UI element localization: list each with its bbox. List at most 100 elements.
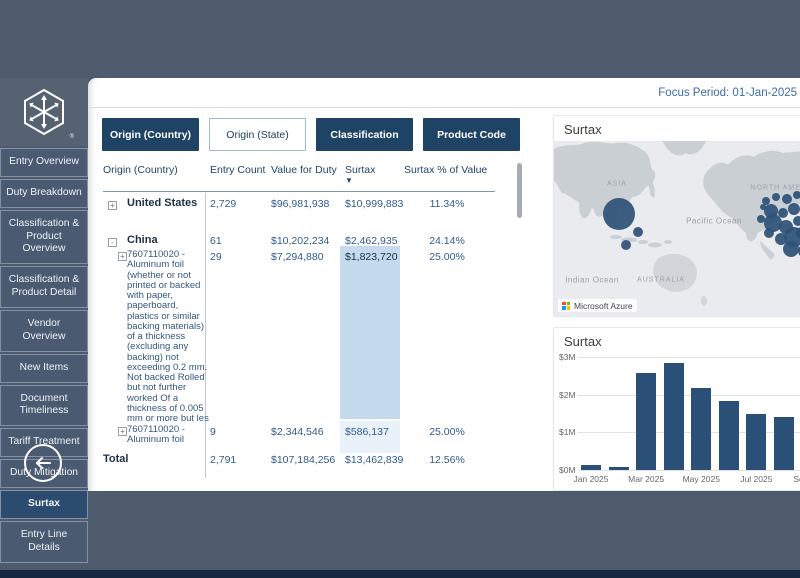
bar-may-2025[interactable]: [691, 388, 711, 470]
p2-value-for-duty[interactable]: $2,344,546: [271, 426, 324, 438]
bar-aug-2025[interactable]: [774, 417, 794, 470]
p2-entry-count[interactable]: 9: [210, 426, 216, 438]
total-surtax-pct: 12.56%: [404, 454, 490, 466]
table-scrollbar[interactable]: [517, 163, 522, 218]
map-card-title: Surtax: [564, 122, 602, 137]
col-header-entry-count[interactable]: Entry Count: [210, 164, 265, 176]
map-label-indian-ocean: Indian Ocean: [565, 276, 619, 285]
map-label-australia: AUSTRALIA: [637, 277, 685, 284]
sidebar-item-surtax[interactable]: Surtax: [0, 490, 88, 519]
sidebar-item-vendor-overview[interactable]: Vendor Overview: [0, 310, 88, 352]
page-tabs: Origin (Country) Origin (State) Classifica…: [102, 118, 530, 151]
gridline: [578, 470, 800, 471]
map-bubble[interactable]: [633, 227, 643, 237]
expand-icon-product-2[interactable]: +: [118, 427, 127, 436]
back-arrow-icon: [33, 455, 53, 471]
map-label-north-america: NORTH AMERICA: [750, 185, 800, 192]
sort-descending-icon[interactable]: ▼: [345, 176, 353, 185]
expand-icon-product-1[interactable]: +: [118, 252, 127, 261]
header-underline: [103, 191, 495, 192]
x-axis-tick-jul-2025: Jul 2025: [731, 474, 781, 484]
hexagon-arrows-logo-icon: [22, 88, 66, 136]
bar-jul-2025[interactable]: [746, 414, 766, 471]
p2-surtax-pct[interactable]: 25.00%: [404, 426, 490, 438]
row-product-7607110020-short[interactable]: 7607110020 - Aluminum foil: [127, 425, 209, 446]
total-surtax: $13,462,839: [345, 454, 403, 466]
registered-trademark: ®: [70, 134, 74, 140]
map-bubble[interactable]: [788, 203, 800, 215]
y-axis-tick-2m: $2M: [559, 390, 576, 400]
y-axis-tick-1m: $1M: [559, 427, 576, 437]
focus-period-label: Focus Period: 01-Jan-2025: [658, 87, 797, 99]
sidebar-item-classification-product-detail[interactable]: Classification & Product Detail: [0, 266, 88, 308]
map-bubble[interactable]: [762, 197, 770, 205]
gridline: [578, 432, 800, 433]
x-axis-tick-may-2025: May 2025: [676, 474, 726, 484]
selected-cell-highlight: [340, 246, 400, 419]
collapse-icon-china[interactable]: -: [108, 238, 117, 247]
sidebar-item-new-items[interactable]: New Items: [0, 354, 88, 383]
tab-origin-state[interactable]: Origin (State): [209, 118, 306, 151]
chart-card-title: Surtax: [564, 334, 602, 349]
us-entry-count[interactable]: 2,729: [210, 198, 236, 210]
map-bubble[interactable]: [757, 215, 765, 223]
sidebar-item-duty-breakdown[interactable]: Duty Breakdown: [0, 179, 88, 208]
map-bubble[interactable]: [783, 241, 799, 257]
total-entry-count: 2,791: [210, 454, 236, 466]
map-bubble[interactable]: [603, 198, 635, 230]
map-label-pacific-ocean: Pacific Ocean: [686, 217, 742, 226]
gridline: [578, 395, 800, 396]
bar-feb-2025[interactable]: [609, 467, 629, 470]
row-china[interactable]: China: [127, 234, 158, 246]
tab-product-code[interactable]: Product Code: [423, 118, 520, 151]
sidebar-item-entry-overview[interactable]: Entry Overview: [0, 148, 88, 177]
surtax-bar-chart-card: Surtax $0M$1M$2M$3M Jan 2025Mar 2025May …: [553, 327, 800, 491]
china-surtax[interactable]: $2,462,935: [345, 235, 398, 247]
us-surtax-pct[interactable]: 11.34%: [404, 198, 490, 210]
p1-surtax-pct[interactable]: 25.00%: [404, 251, 490, 263]
gridline: [578, 357, 800, 358]
expand-icon-united-states[interactable]: +: [108, 201, 117, 210]
p2-surtax[interactable]: $586,137: [345, 426, 389, 438]
tab-origin-country[interactable]: Origin (Country): [102, 118, 199, 151]
row-united-states[interactable]: United States: [127, 197, 197, 209]
bottom-strip: [0, 570, 800, 578]
china-surtax-pct[interactable]: 24.14%: [404, 235, 490, 247]
p1-entry-count[interactable]: 29: [210, 251, 222, 263]
map-attribution: Microsoft Azure: [558, 299, 637, 312]
col-header-surtax-pct[interactable]: Surtax % of Value: [404, 164, 487, 176]
map-label-asia: ASIA: [607, 181, 627, 188]
map-bubble[interactable]: [782, 194, 792, 204]
us-surtax[interactable]: $10,999,883: [345, 198, 403, 210]
p1-value-for-duty[interactable]: $7,294,880: [271, 251, 324, 263]
sidebar-item-document-timeliness[interactable]: Document Timeliness: [0, 385, 88, 427]
china-entry-count[interactable]: 61: [210, 235, 222, 247]
total-value-for-duty: $107,184,256: [271, 454, 335, 466]
map-bubble[interactable]: [772, 193, 780, 201]
p1-surtax-selected[interactable]: $1,823,720: [345, 251, 398, 263]
row-product-7607110020-long[interactable]: 7607110020 - Aluminum foil (whether or n…: [127, 250, 209, 424]
tab-classification[interactable]: Classification: [316, 118, 413, 151]
bar-jan-2025[interactable]: [581, 465, 601, 470]
surtax-map-card: Surtax: [553, 115, 800, 317]
bar-jun-2025[interactable]: [719, 401, 739, 470]
x-axis-tick-jan-2025: Jan 2025: [566, 474, 616, 484]
sidebar-item-entry-line-details[interactable]: Entry Line Details: [0, 521, 88, 563]
map-bubble[interactable]: [764, 228, 774, 238]
col-header-value-for-duty[interactable]: Value for Duty: [271, 164, 337, 176]
bar-mar-2025[interactable]: [636, 373, 656, 470]
map-bubble[interactable]: [621, 240, 631, 250]
china-value-for-duty[interactable]: $10,202,234: [271, 235, 329, 247]
map-bubble[interactable]: [793, 216, 800, 226]
back-button[interactable]: [24, 444, 62, 482]
bar-chart-plot-area: [578, 357, 800, 470]
us-value-for-duty[interactable]: $96,981,938: [271, 198, 329, 210]
sidebar-nav: Entry OverviewDuty BreakdownClassificati…: [0, 148, 88, 565]
bar-apr-2025[interactable]: [664, 363, 684, 470]
world-bubble-map[interactable]: ASIA NORTH AMERICA Pacific Ocean Indian Oce…: [554, 141, 800, 316]
col-header-origin-country[interactable]: Origin (Country): [103, 164, 178, 176]
panel-header: Focus Period: 01-Jan-2025: [88, 78, 800, 108]
col-header-surtax[interactable]: Surtax: [345, 164, 375, 176]
sidebar-item-classification-product-overview[interactable]: Classification & Product Overview: [0, 210, 88, 265]
map-bubble[interactable]: [778, 208, 788, 218]
